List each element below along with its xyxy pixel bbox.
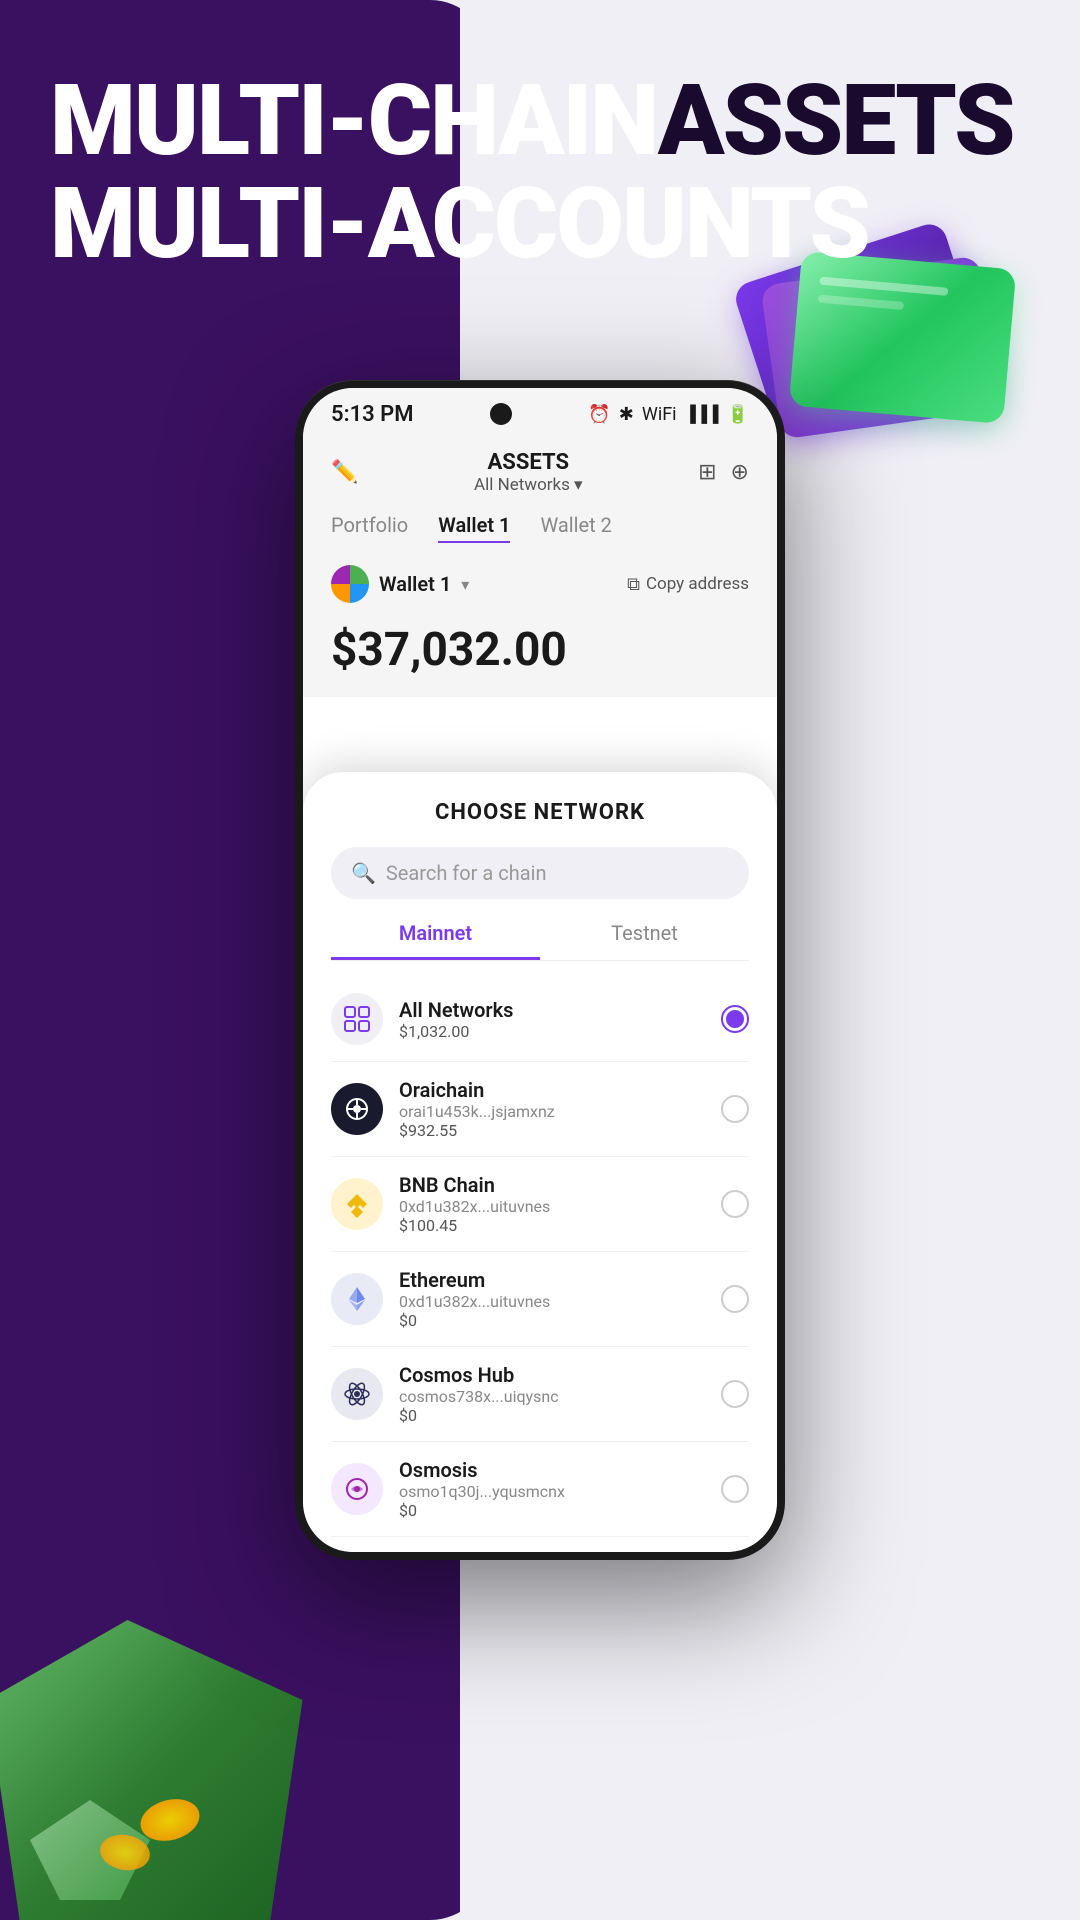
choose-network-modal: CHOOSE NETWORK 🔍 Search for a chain Main… xyxy=(303,772,777,1552)
network-address-eth: 0xd1u382x...uituvnes xyxy=(399,1292,705,1311)
network-name-all: All Networks xyxy=(399,998,705,1022)
copy-label: Copy address xyxy=(646,574,749,594)
wallet-info: Wallet 1 ▾ ⧉ Copy address xyxy=(303,557,777,617)
expand-icon[interactable]: ⊞ xyxy=(698,460,716,485)
network-address-cosmos: cosmos738x...uiqysnc xyxy=(399,1387,705,1406)
search-placeholder: Search for a chain xyxy=(386,861,547,885)
network-icon-bnb xyxy=(331,1178,383,1230)
network-info-all: All Networks $1,032.00 xyxy=(399,998,705,1041)
edit-icon[interactable]: ✏️ xyxy=(331,460,358,485)
alarm-icon: ⏰ xyxy=(588,404,610,425)
header-actions: ⊞ ⊕ xyxy=(698,460,749,485)
radio-all[interactable] xyxy=(721,1005,749,1033)
wallet-name-block[interactable]: Wallet 1 ▾ xyxy=(331,565,469,603)
tab-testnet[interactable]: Testnet xyxy=(540,921,749,960)
network-info-bnb: BNB Chain 0xd1u382x...uituvnes $100.45 xyxy=(399,1173,705,1235)
bluetooth-icon: ✱ xyxy=(619,404,634,425)
network-balance-all: $1,032.00 xyxy=(399,1022,705,1041)
network-info-eth: Ethereum 0xd1u382x...uituvnes $0 xyxy=(399,1268,705,1330)
network-icon-osmosis xyxy=(331,1463,383,1515)
radio-osmosis[interactable] xyxy=(721,1475,749,1503)
wallet-chevron-icon: ▾ xyxy=(461,575,469,594)
network-name-osmosis: Osmosis xyxy=(399,1458,705,1482)
status-icons: ⏰ ✱ WiFi ▐▐▐ 🔋 xyxy=(588,404,749,425)
network-balance-orai: $932.55 xyxy=(399,1121,705,1140)
hero-line1-part1: MULTI-CHAIN xyxy=(50,63,658,178)
radio-orai[interactable] xyxy=(721,1095,749,1123)
wallet-avatar xyxy=(331,565,369,603)
network-item-osmosis[interactable]: Osmosis osmo1q30j...yqusmcnx $0 xyxy=(331,1442,749,1537)
copy-address-button[interactable]: ⧉ Copy address xyxy=(627,574,749,595)
network-address-osmosis: osmo1q30j...yqusmcnx xyxy=(399,1482,705,1501)
network-item-all[interactable]: All Networks $1,032.00 xyxy=(331,977,749,1062)
network-list: All Networks $1,032.00 xyxy=(331,977,749,1537)
network-info-orai: Oraichain orai1u453k...jsjamxnz $932.55 xyxy=(399,1078,705,1140)
status-camera xyxy=(490,403,512,425)
network-tabs: Mainnet Testnet xyxy=(331,921,749,961)
phone-wrapper: 5:13 PM ⏰ ✱ WiFi ▐▐▐ 🔋 ✏️ ASSETS xyxy=(295,380,785,1560)
network-item-bnb[interactable]: BNB Chain 0xd1u382x...uituvnes $100.45 xyxy=(331,1157,749,1252)
phone-screen: 5:13 PM ⏰ ✱ WiFi ▐▐▐ 🔋 ✏️ ASSETS xyxy=(303,388,777,1552)
network-balance-osmosis: $0 xyxy=(399,1501,705,1520)
search-bar[interactable]: 🔍 Search for a chain xyxy=(331,847,749,899)
radio-eth[interactable] xyxy=(721,1285,749,1313)
battery-icon: 🔋 xyxy=(727,404,749,425)
network-label: All Networks xyxy=(474,475,570,495)
network-balance-cosmos: $0 xyxy=(399,1406,705,1425)
tab-wallet2[interactable]: Wallet 2 xyxy=(540,513,611,543)
network-name-cosmos: Cosmos Hub xyxy=(399,1363,705,1387)
network-item-eth[interactable]: Ethereum 0xd1u382x...uituvnes $0 xyxy=(331,1252,749,1347)
phone-frame: 5:13 PM ⏰ ✱ WiFi ▐▐▐ 🔋 ✏️ ASSETS xyxy=(295,380,785,1560)
balance-amount: $37,032.00 xyxy=(331,623,749,677)
network-info-cosmos: Cosmos Hub cosmos738x...uiqysnc $0 xyxy=(399,1363,705,1425)
hero-title: MULTI-CHAINASSETS MULTI-ACCOUNTS xyxy=(50,70,1014,276)
card-decoration xyxy=(740,240,1040,540)
tab-wallet1[interactable]: Wallet 1 xyxy=(438,513,510,543)
hero-line2: MULTI-ACCOUNTS xyxy=(50,166,869,281)
network-name-bnb: BNB Chain xyxy=(399,1173,705,1197)
network-balance-bnb: $100.45 xyxy=(399,1216,705,1235)
page-container: MULTI-CHAINASSETS MULTI-ACCOUNTS xyxy=(0,0,1080,1920)
search-icon: 🔍 xyxy=(351,861,376,885)
network-name-eth: Ethereum xyxy=(399,1268,705,1292)
radio-bnb[interactable] xyxy=(721,1190,749,1218)
signal-icon: ▐▐▐ xyxy=(685,404,719,424)
app-header: ✏️ ASSETS All Networks ▾ ⊞ ⊕ xyxy=(303,440,777,509)
header-title: ASSETS xyxy=(474,450,582,475)
radio-inner-all xyxy=(726,1010,744,1028)
network-icon-all xyxy=(331,993,383,1045)
status-bar: 5:13 PM ⏰ ✱ WiFi ▐▐▐ 🔋 xyxy=(303,388,777,440)
network-item-cosmos[interactable]: Cosmos Hub cosmos738x...uiqysnc $0 xyxy=(331,1347,749,1442)
wifi-icon: WiFi xyxy=(642,404,677,425)
network-balance-eth: $0 xyxy=(399,1311,705,1330)
hero-text-block: MULTI-CHAINASSETS MULTI-ACCOUNTS xyxy=(50,70,1014,276)
radio-cosmos[interactable] xyxy=(721,1380,749,1408)
chevron-down-icon: ▾ xyxy=(574,475,583,495)
wallet-tabs: Portfolio Wallet 1 Wallet 2 xyxy=(303,509,777,557)
header-title-block: ASSETS All Networks ▾ xyxy=(474,450,582,495)
tab-mainnet[interactable]: Mainnet xyxy=(331,921,540,960)
modal-title: CHOOSE NETWORK xyxy=(331,800,749,825)
hero-line1-part2: ASSETS xyxy=(658,63,1014,178)
network-name-orai: Oraichain xyxy=(399,1078,705,1102)
network-icon-orai xyxy=(331,1083,383,1135)
tab-portfolio[interactable]: Portfolio xyxy=(331,513,408,543)
network-address-orai: orai1u453k...jsjamxnz xyxy=(399,1102,705,1121)
network-icon-cosmos xyxy=(331,1368,383,1420)
header-subtitle[interactable]: All Networks ▾ xyxy=(474,475,582,495)
network-item-orai[interactable]: Oraichain orai1u453k...jsjamxnz $932.55 xyxy=(331,1062,749,1157)
copy-icon: ⧉ xyxy=(627,574,640,595)
add-wallet-icon[interactable]: ⊕ xyxy=(731,460,749,485)
status-time: 5:13 PM xyxy=(331,402,414,427)
balance-section: $37,032.00 xyxy=(303,617,777,697)
wallet-name: Wallet 1 xyxy=(379,572,451,596)
network-icon-eth xyxy=(331,1273,383,1325)
network-address-bnb: 0xd1u382x...uituvnes xyxy=(399,1197,705,1216)
network-info-osmosis: Osmosis osmo1q30j...yqusmcnx $0 xyxy=(399,1458,705,1520)
